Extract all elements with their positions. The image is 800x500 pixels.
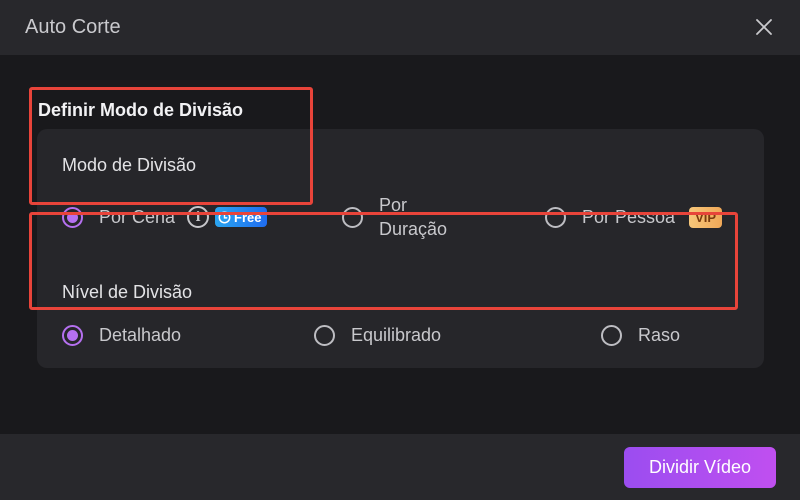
radio-raso[interactable] (601, 324, 622, 346)
option-raso[interactable]: Raso (601, 323, 680, 347)
option-label: Raso (638, 325, 681, 345)
close-icon (756, 19, 772, 35)
dialog-title: Auto Corte (25, 16, 121, 38)
option-label: Detalhado (99, 325, 182, 345)
option-label: Equilibrado (351, 325, 442, 345)
title-bar: Auto Corte (0, 0, 800, 55)
split-video-button[interactable]: Dividir Vídeo (624, 447, 776, 488)
split-mode-group (29, 87, 313, 205)
split-level-label: Nível de Divisão (62, 282, 193, 302)
radio-equilibrado[interactable] (314, 324, 335, 346)
dialog-footer: Dividir Vídeo (0, 434, 800, 500)
close-button[interactable] (754, 17, 774, 37)
option-equilibrado[interactable]: Equilibrado (314, 323, 441, 347)
auto-cut-dialog: Auto Corte Definir Modo de Divisão Modo … (0, 0, 800, 500)
split-mode-label: Modo de Divisão (62, 155, 197, 175)
option-detalhado[interactable]: Detalhado (62, 323, 181, 347)
radio-detalhado[interactable] (62, 324, 83, 346)
